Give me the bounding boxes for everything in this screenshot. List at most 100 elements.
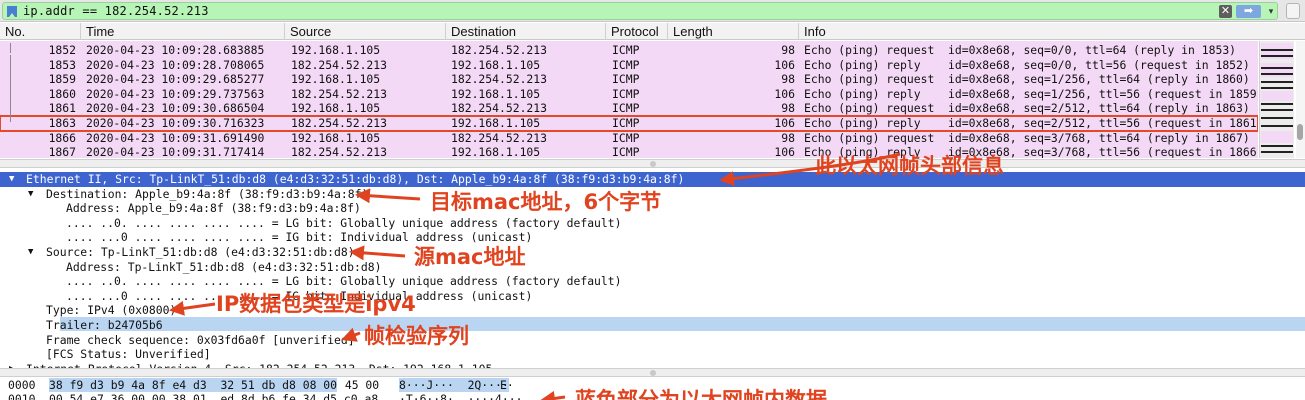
packet-time: 2020-04-23 10:09:28.683885 [86,43,265,57]
detail-text: Ethernet II, Src: Tp-LinkT_51:db:d8 (e4:… [26,172,685,186]
display-filter-toolbar: ip.addr == 182.254.52.213 ✕ ➡ ▾ [0,0,1305,22]
collapse-triangle-icon[interactable]: ▼ [28,187,33,202]
packet-destination: 182.254.52.213 [451,130,548,145]
packet-protocol: ICMP [612,57,640,72]
column-info[interactable]: Info [798,23,1305,40]
bytes-ascii-highlight: 8···J··· 2Q···· [399,378,509,392]
detail-trailer[interactable]: Trailer: b24705b6 [0,318,1305,333]
packet-time: 2020-04-23 10:09:29.685277 [86,72,265,87]
packet-no: 1852 [48,43,76,57]
packet-time: 2020-04-23 10:09:30.686504 [86,101,265,116]
column-protocol[interactable]: Protocol [605,23,667,40]
detail-text: Frame check sequence: 0x03fd6a0f [unveri… [46,332,355,347]
packet-list-scrollbar[interactable] [1296,41,1305,158]
packet-destination: 182.254.52.213 [451,43,548,57]
packet-no: 1863 [48,116,76,130]
apply-filter-button[interactable]: ➡ [1236,5,1261,18]
packet-time: 2020-04-23 10:09:31.717414 [86,145,265,158]
packet-minimap[interactable] [1259,41,1294,158]
pane-splitter-bottom[interactable] [0,368,1305,377]
packet-info: Echo (ping) reply id=0x8e68, seq=0/0, tt… [804,57,1250,72]
packet-length: 106 [774,86,795,101]
column-no[interactable]: No. [0,23,80,40]
packet-no: 1867 [48,145,76,158]
packet-list-header: No. Time Source Destination Protocol Len… [0,23,1305,40]
detail-source[interactable]: ▼ Source: Tp-LinkT_51:db:d8 (e4:d3:32:51… [0,245,1305,260]
annotation-blue-data: 蓝色部分为以太网帧内数据 [575,388,827,400]
detail-text: [FCS Status: Unverified] [46,347,211,362]
packet-row[interactable]: 1859 2020-04-23 10:09:29.685277 192.168.1.… [0,72,1258,87]
annotation-dst-mac: 目标mac地址，6个字节 [430,190,662,214]
packet-row[interactable]: 1861 2020-04-23 10:09:30.686504 192.168.1.… [0,101,1258,116]
packet-length: 98 [781,130,795,145]
packet-time: 2020-04-23 10:09:31.691490 [86,130,265,145]
column-time[interactable]: Time [80,23,284,40]
bytes-offset: 0010 [8,392,36,400]
detail-text: Type: IPv4 (0x0800) [46,303,177,318]
packet-destination: 182.254.52.213 [451,72,548,87]
packet-destination: 192.168.1.105 [451,86,541,101]
packet-info: Echo (ping) request id=0x8e68, seq=3/768… [804,130,1250,145]
annotation-ip-type: IP数据包类型是ipv4 [216,292,416,316]
detail-dst-ig-bit[interactable]: .... ...0 .... .... .... .... = IG bit: … [0,230,1305,245]
packet-destination: 182.254.52.213 [451,101,548,116]
packet-protocol: ICMP [612,116,640,130]
detail-ethernet-ii[interactable]: ▼ Ethernet II, Src: Tp-LinkT_51:db:d8 (e… [0,172,1305,187]
collapse-triangle-icon[interactable]: ▼ [9,172,14,187]
packet-row[interactable]: 1867 2020-04-23 10:09:31.717414 182.254.52… [0,145,1258,158]
packet-list-scroll-thumb[interactable] [1297,124,1303,140]
detail-type[interactable]: Type: IPv4 (0x0800) [0,303,1305,318]
filter-history-dropdown[interactable]: ▾ [1265,4,1277,18]
packet-source: 182.254.52.213 [291,145,388,158]
packet-destination: 192.168.1.105 [451,116,541,130]
packet-row[interactable]: 1860 2020-04-23 10:09:29.737563 182.254.52… [0,87,1258,102]
bookmark-icon[interactable] [7,6,17,17]
add-filter-button[interactable] [1286,3,1300,19]
packet-protocol: ICMP [612,72,640,87]
packet-row-selected[interactable]: 1863 2020-04-23 10:09:30.716323 182.254.52… [0,115,1258,132]
packet-length: 98 [781,101,795,116]
packet-no: 1861 [48,101,76,116]
packet-info: Echo (ping) request id=0x8e68, seq=2/512… [804,101,1250,116]
column-destination[interactable]: Destination [445,23,605,40]
detail-src-address[interactable]: Address: Tp-LinkT_51:db:d8 (e4:d3:32:51:… [0,260,1305,275]
bytes-hex: 45 00 [338,378,380,392]
packet-info: Echo (ping) reply id=0x8e68, seq=2/512, … [804,116,1258,130]
bytes-hex: 00 54 e7 36 00 00 38 01 ed 8d b6 fe 34 d… [49,392,379,400]
related-packet-gutter [0,41,22,158]
detail-src-lg-bit[interactable]: .... ..0. .... .... .... .... = LG bit: … [0,274,1305,289]
packet-length: 106 [774,116,795,130]
clear-filter-button[interactable]: ✕ [1219,5,1232,18]
packet-list: 1852 2020-04-23 10:09:28.683885 192.168.1.… [0,41,1258,158]
display-filter-text[interactable]: ip.addr == 182.254.52.213 [23,4,209,18]
packet-no: 1860 [48,86,76,101]
pane-splitter-top[interactable] [0,159,1305,168]
detail-text: Trailer: b24705b6 [46,318,163,332]
packet-destination: 192.168.1.105 [451,145,541,158]
annotation-fcs: 帧检验序列 [364,324,469,348]
detail-src-ig-bit[interactable]: .... ...0 .... .... .... .... = IG bit: … [0,289,1305,332]
packet-source: 192.168.1.105 [291,72,381,87]
packet-row[interactable]: 1853 2020-04-23 10:09:28.708065 182.254.52… [0,58,1258,73]
detail-fcs-status[interactable]: [FCS Status: Unverified] [0,347,1305,362]
column-length[interactable]: Length [667,23,798,40]
packet-length: 98 [781,72,795,87]
packet-time: 2020-04-23 10:09:28.708065 [86,57,265,72]
packet-no: 1866 [48,130,76,145]
detail-dst-lg-bit[interactable]: .... ..0. .... .... .... .... = LG bit: … [0,216,1305,231]
bytes-hex-highlight: 38 f9 d3 b9 4a 8f e4 d3 32 51 db d8 08 0… [49,378,338,392]
packet-source: 182.254.52.213 [291,116,388,130]
collapse-triangle-icon[interactable]: ▼ [28,245,33,260]
packet-info: Echo (ping) request id=0x8e68, seq=1/256… [804,72,1250,87]
bytes-offset: 0000 [8,378,36,392]
packet-protocol: ICMP [612,130,640,145]
packet-no: 1853 [48,57,76,72]
packet-no: 1859 [48,72,76,87]
column-source[interactable]: Source [284,23,445,40]
detail-fcs[interactable]: Frame check sequence: 0x03fd6a0f [unveri… [0,333,1305,348]
packet-source: 192.168.1.105 [291,101,381,116]
packet-row[interactable]: 1852 2020-04-23 10:09:28.683885 192.168.1.… [0,43,1258,58]
display-filter-input[interactable]: ip.addr == 182.254.52.213 ✕ ➡ ▾ [2,2,1278,20]
packet-protocol: ICMP [612,101,640,116]
packet-row[interactable]: 1866 2020-04-23 10:09:31.691490 192.168.1.… [0,131,1258,146]
